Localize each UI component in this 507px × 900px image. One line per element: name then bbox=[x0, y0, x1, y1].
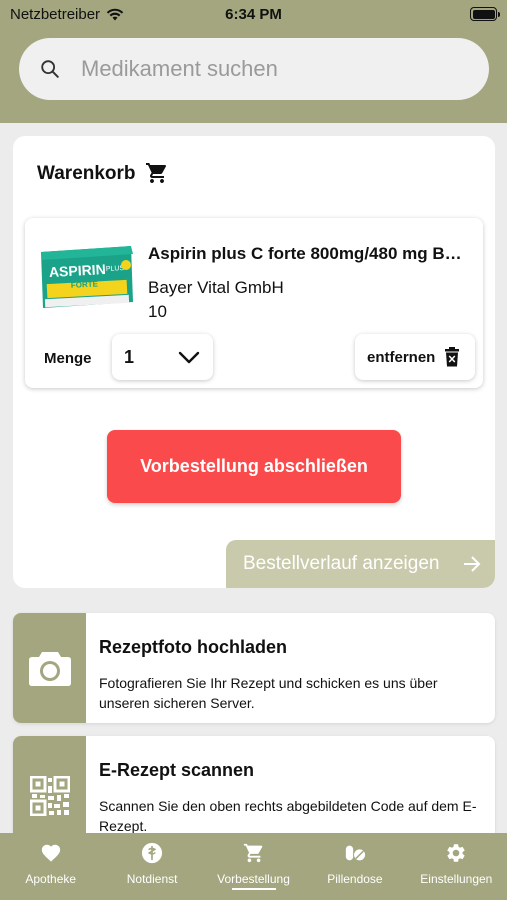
gear-icon bbox=[447, 844, 465, 862]
chevron-down-icon bbox=[178, 351, 200, 364]
trash-icon bbox=[445, 347, 459, 367]
search-icon bbox=[41, 60, 59, 78]
tab-pillendose[interactable]: Pillendose bbox=[304, 833, 405, 900]
qr-code-icon bbox=[29, 776, 70, 816]
product-manufacturer: Bayer Vital GmbH bbox=[148, 278, 284, 297]
cart-item: ASPIRIN PLUS FORTE Aspirin plus C forte … bbox=[25, 218, 483, 388]
scan-eprescription-text: Scannen Sie den oben rechts abgebildeten… bbox=[99, 798, 477, 834]
tab-vorbestellung[interactable]: Vorbestellung bbox=[203, 833, 304, 900]
tab-pillendose-label: Pillendose bbox=[327, 872, 383, 886]
heart-icon bbox=[41, 844, 60, 862]
upload-prescription-icon-box bbox=[13, 613, 86, 723]
remove-label: entfernen bbox=[367, 348, 436, 366]
search-bar[interactable] bbox=[19, 38, 489, 100]
tab-vorbestellung-label: Vorbestellung bbox=[217, 872, 290, 886]
tab-bar: Apotheke Notdienst Vorbestellung Pillend… bbox=[0, 833, 507, 900]
order-history-label: Bestellverlauf anzeigen bbox=[243, 553, 440, 574]
active-tab-indicator bbox=[231, 888, 276, 890]
product-pack-size: 10 bbox=[148, 302, 167, 321]
status-bar: Netzbetreiber 6:34 PM bbox=[0, 0, 507, 28]
tab-notdienst-label: Notdienst bbox=[126, 872, 178, 886]
shopping-cart-icon bbox=[146, 163, 167, 183]
remove-item-button[interactable]: entfernen bbox=[355, 334, 475, 380]
clock: 6:34 PM bbox=[225, 6, 282, 23]
tab-apotheke[interactable]: Apotheke bbox=[0, 833, 101, 900]
emergency-icon bbox=[142, 842, 163, 864]
product-image: ASPIRIN PLUS FORTE bbox=[41, 246, 133, 308]
cart-card: Warenkorb ASPIRIN PLUS FORTE Aspirin plu… bbox=[13, 136, 495, 588]
tab-einstellungen-label: Einstellungen bbox=[420, 872, 493, 886]
cart-icon bbox=[243, 843, 262, 863]
search-input[interactable] bbox=[81, 56, 441, 82]
quantity-label: Menge bbox=[44, 350, 92, 367]
app-header: Netzbetreiber 6:34 PM bbox=[0, 0, 507, 123]
upload-prescription-card[interactable]: Rezeptfoto hochladen Fotografieren Sie I… bbox=[13, 613, 495, 723]
tab-notdienst[interactable]: Notdienst bbox=[101, 833, 202, 900]
tab-apotheke-label: Apotheke bbox=[25, 872, 77, 886]
upload-prescription-text: Fotografieren Sie Ihr Rezept und schicke… bbox=[99, 675, 438, 711]
pills-icon bbox=[345, 845, 366, 861]
cart-title: Warenkorb bbox=[37, 163, 136, 184]
order-history-button[interactable]: Bestellverlauf anzeigen bbox=[226, 540, 495, 588]
camera-icon bbox=[28, 652, 71, 686]
complete-preorder-button[interactable]: Vorbestellung abschließen bbox=[107, 430, 401, 503]
battery-icon bbox=[470, 7, 500, 21]
product-image-forte: FORTE bbox=[71, 279, 99, 289]
arrow-right-icon bbox=[464, 556, 481, 572]
quantity-value: 1 bbox=[124, 347, 135, 367]
product-name[interactable]: Aspirin plus C forte 800mg/480 mg Bra... bbox=[148, 244, 468, 264]
tab-einstellungen[interactable]: Einstellungen bbox=[406, 833, 507, 900]
product-image-brand: ASPIRIN bbox=[49, 261, 107, 280]
scan-eprescription-title: E-Rezept scannen bbox=[99, 760, 255, 780]
upload-prescription-title: Rezeptfoto hochladen bbox=[99, 637, 287, 657]
quantity-dropdown[interactable]: 1 bbox=[112, 334, 213, 380]
